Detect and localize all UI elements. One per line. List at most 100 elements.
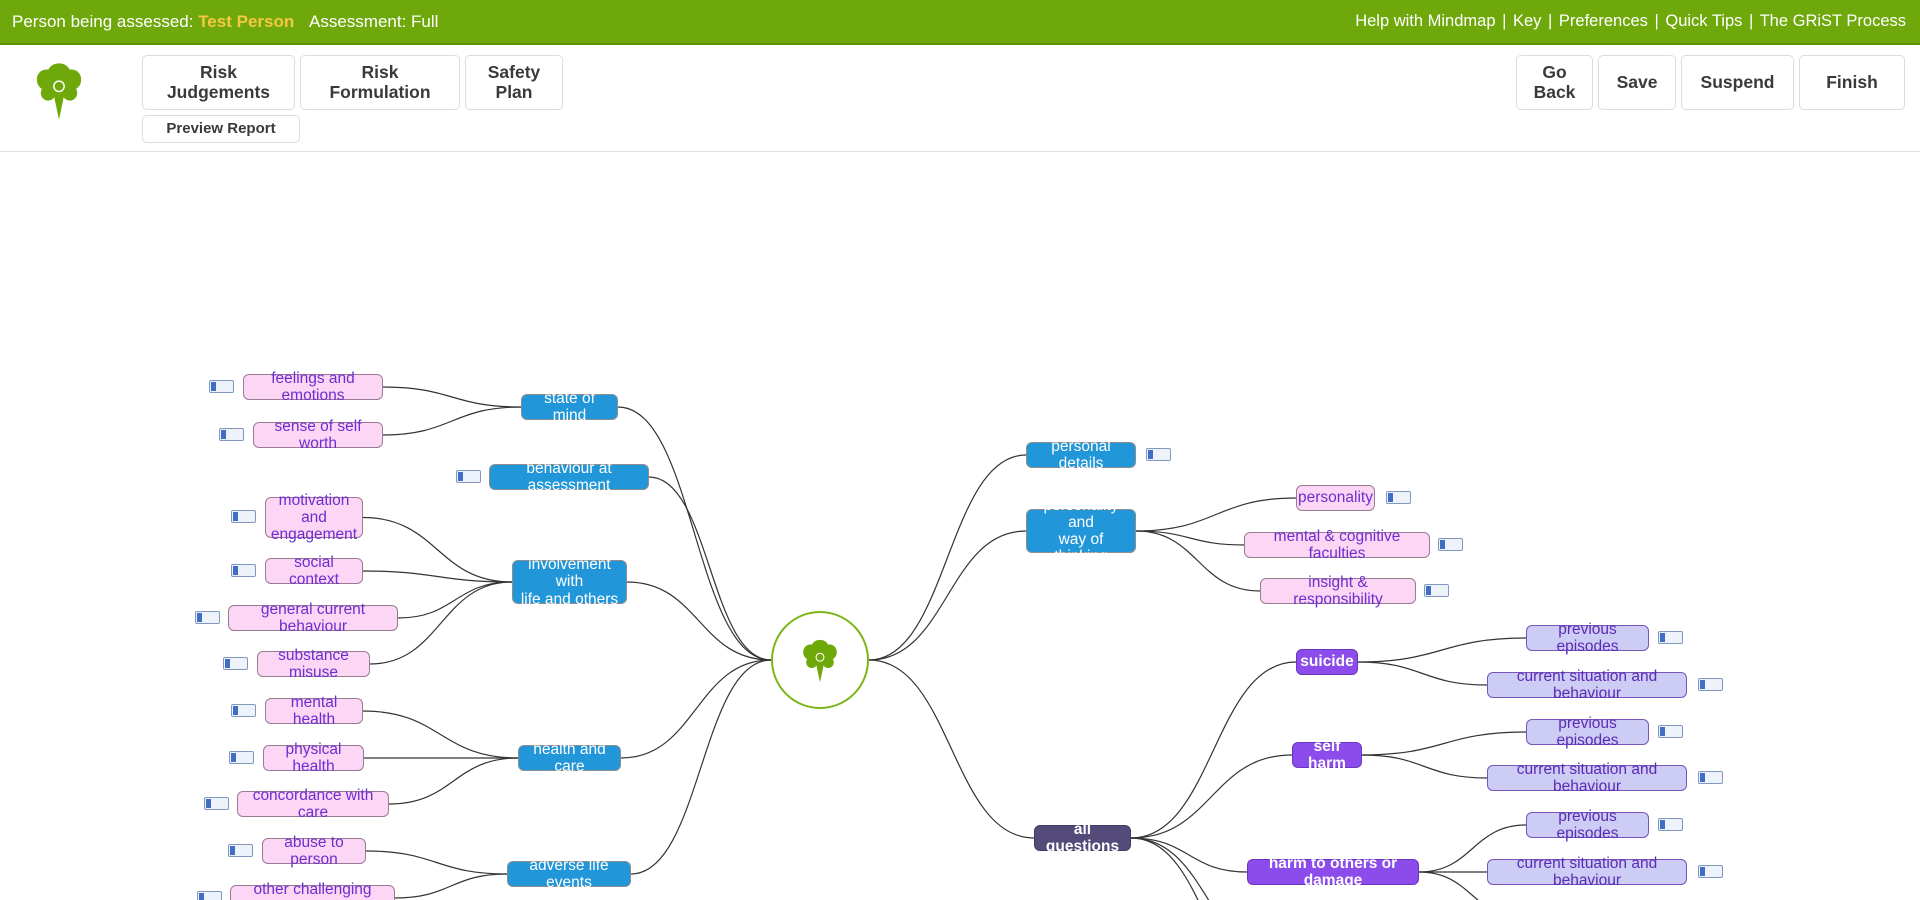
mindmap-node-behaviour-at-assessment[interactable]: behaviour at assessment: [489, 464, 649, 490]
mindmap-edge: [627, 582, 771, 660]
progress-indicator-icon[interactable]: [1698, 771, 1723, 784]
mindmap-node-suicide[interactable]: suicide: [1296, 649, 1358, 675]
mindmap-node-sense-of-self-worth[interactable]: sense of self worth: [253, 422, 383, 448]
progress-indicator-icon[interactable]: [1698, 678, 1723, 691]
mindmap-central-hub[interactable]: [771, 611, 869, 709]
progress-indicator-icon[interactable]: [195, 611, 220, 624]
save-button[interactable]: Save: [1598, 55, 1676, 110]
safety-plan-button[interactable]: Safety Plan: [465, 55, 563, 110]
mindmap-edge: [1131, 838, 1247, 872]
mindmap-node-current-situation-and-behaviour[interactable]: current situation and behaviour: [1487, 765, 1687, 791]
mindmap-node-harm-to-others-or-damage[interactable]: harm to others or damage: [1247, 859, 1419, 885]
progress-indicator-icon[interactable]: [231, 704, 256, 717]
mindmap-edge: [363, 711, 518, 758]
progress-indicator-icon[interactable]: [1698, 865, 1723, 878]
mindmap-node-general-current-behaviour[interactable]: general current behaviour: [228, 605, 398, 631]
link-the-grist-process[interactable]: The GRiST Process: [1760, 12, 1906, 30]
progress-indicator-icon[interactable]: [197, 891, 222, 900]
mindmap-node-mental-health[interactable]: mental health: [265, 698, 363, 724]
progress-indicator-icon[interactable]: [1424, 584, 1449, 597]
progress-indicator-icon[interactable]: [229, 751, 254, 764]
mindmap-node-previous-episodes[interactable]: previous episodes: [1526, 719, 1649, 745]
progress-indicator-icon[interactable]: [1658, 818, 1683, 831]
link-separator-2: |: [1546, 12, 1554, 30]
assessment-header-bar: Person being assessed: Test Person Asses…: [0, 0, 1920, 45]
progress-indicator-icon[interactable]: [223, 657, 248, 670]
link-separator-4: |: [1747, 12, 1755, 30]
mindmap-edge: [363, 571, 512, 582]
mindmap-edge: [1362, 732, 1526, 755]
progress-indicator-icon[interactable]: [204, 797, 229, 810]
mindmap-edge: [389, 758, 518, 804]
mindmap-edge: [1136, 498, 1296, 531]
mindmap-node-state-of-mind[interactable]: state of mind: [521, 394, 618, 420]
mindmap-node-involvement-with-life-and-others[interactable]: involvement with life and others: [512, 560, 627, 604]
mindmap-canvas[interactable]: feelings and emotions sense of self worth…: [0, 152, 1920, 900]
mindmap-node-social-context[interactable]: social context: [265, 558, 363, 584]
mindmap-node-adverse-life-events[interactable]: adverse life events: [507, 861, 631, 887]
suspend-button[interactable]: Suspend: [1681, 55, 1794, 110]
header-links: Help with Mindmap | Key | Preferences | …: [1355, 12, 1906, 31]
mindmap-edge: [1131, 662, 1296, 838]
mindmap-node-concordance-with-care[interactable]: concordance with care: [237, 791, 389, 817]
progress-indicator-icon[interactable]: [1146, 448, 1171, 461]
mindmap-node-mental-cognitive-faculties[interactable]: mental & cognitive faculties: [1244, 532, 1430, 558]
progress-indicator-icon[interactable]: [1658, 631, 1683, 644]
mindmap-node-substance-misuse[interactable]: substance misuse: [257, 651, 370, 677]
mindmap-edge: [383, 387, 521, 407]
mindmap-node-current-situation-and-behaviour[interactable]: current situation and behaviour: [1487, 672, 1687, 698]
go-back-button[interactable]: Go Back: [1516, 55, 1593, 110]
mindmap-node-feelings-and-emotions[interactable]: feelings and emotions: [243, 374, 383, 400]
link-separator-3: |: [1652, 12, 1660, 30]
mindmap-edge: [1358, 662, 1487, 685]
mindmap-node-previous-episodes[interactable]: previous episodes: [1526, 625, 1649, 651]
link-help-with-mindmap[interactable]: Help with Mindmap: [1355, 12, 1495, 30]
link-preferences[interactable]: Preferences: [1559, 12, 1648, 30]
mindmap-node-insight-responsibility[interactable]: insight & responsibility: [1260, 578, 1416, 604]
assessment-info: Person being assessed: Test Person Asses…: [12, 12, 438, 32]
risk-formulation-button[interactable]: Risk Formulation: [300, 55, 460, 110]
mindmap-node-physical-health[interactable]: physical health: [263, 745, 364, 771]
mindmap-node-motivation-and-engagement[interactable]: motivation and engagement: [265, 497, 363, 538]
mindmap-edge: [366, 851, 507, 874]
progress-indicator-icon[interactable]: [219, 428, 244, 441]
mindmap-edge: [383, 407, 521, 435]
person-name-value: Test Person: [198, 12, 294, 31]
link-quick-tips[interactable]: Quick Tips: [1665, 12, 1742, 30]
mindmap-node-other-challenging-events[interactable]: other challenging events: [230, 885, 395, 900]
mindmap-edge: [363, 518, 512, 583]
mindmap-edge: [869, 660, 1034, 838]
mindmap-edge: [395, 874, 507, 898]
progress-indicator-icon[interactable]: [209, 380, 234, 393]
mindmap-edge: [1362, 755, 1487, 778]
mindmap-node-current-situation-and-behaviour[interactable]: current situation and behaviour: [1487, 859, 1687, 885]
mindmap-node-personality-and-way-of-thinking[interactable]: personality and way of thinking: [1026, 509, 1136, 553]
progress-indicator-icon[interactable]: [231, 510, 256, 523]
progress-indicator-icon[interactable]: [1386, 491, 1411, 504]
grist-tree-logo-icon[interactable]: [22, 53, 96, 127]
mindmap-node-personal-details[interactable]: personal details: [1026, 442, 1136, 468]
progress-indicator-icon[interactable]: [1658, 725, 1683, 738]
mindmap-edge: [631, 660, 771, 874]
link-separator-1: |: [1500, 12, 1508, 30]
mindmap-edge: [398, 582, 512, 618]
finish-button[interactable]: Finish: [1799, 55, 1905, 110]
progress-indicator-icon[interactable]: [456, 470, 481, 483]
mindmap-node-health-and-care[interactable]: health and care: [518, 745, 621, 771]
mindmap-node-personality[interactable]: personality: [1296, 485, 1375, 511]
mindmap-node-abuse-to-person[interactable]: abuse to person: [262, 838, 366, 864]
mindmap-edge: [618, 407, 771, 660]
mindmap-node-previous-episodes[interactable]: previous episodes: [1526, 812, 1649, 838]
mindmap-edge: [1358, 638, 1526, 662]
progress-indicator-icon[interactable]: [231, 564, 256, 577]
mindmap-edge: [869, 531, 1026, 660]
progress-indicator-icon[interactable]: [228, 844, 253, 857]
link-key[interactable]: Key: [1513, 12, 1541, 30]
preview-report-button[interactable]: Preview Report: [142, 115, 300, 143]
mindmap-node-all-questions[interactable]: all questions: [1034, 825, 1131, 851]
progress-indicator-icon[interactable]: [1438, 538, 1463, 551]
grist-tree-logo-icon: [792, 632, 848, 688]
mindmap-node-self-harm[interactable]: self harm: [1292, 742, 1362, 768]
mindmap-edge: [1131, 755, 1292, 838]
risk-judgements-button[interactable]: Risk Judgements: [142, 55, 295, 110]
